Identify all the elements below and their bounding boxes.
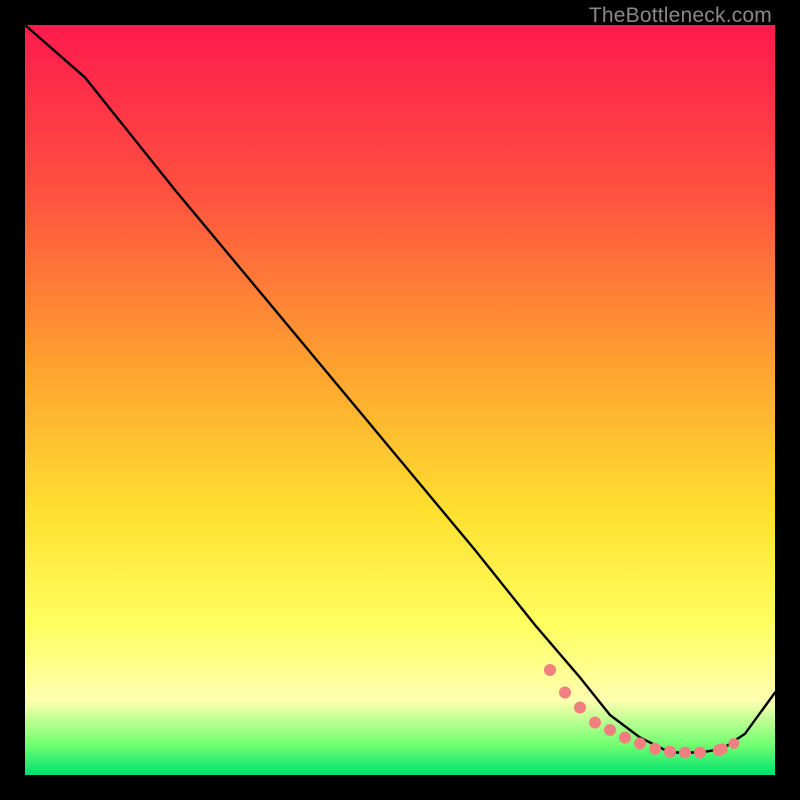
marker-dot	[619, 732, 631, 744]
marker-dot	[679, 747, 691, 759]
marker-dot	[664, 746, 676, 758]
marker-dot	[604, 724, 616, 736]
marker-dot	[728, 738, 739, 749]
chart-svg	[25, 25, 775, 775]
bottleneck-curve	[25, 25, 775, 753]
marker-dot	[544, 664, 556, 676]
marker-dot	[634, 738, 646, 750]
marker-dot	[694, 747, 706, 759]
plot-area	[25, 25, 775, 775]
marker-dot	[649, 743, 661, 755]
marker-dot	[717, 743, 728, 754]
marker-dot	[589, 717, 601, 729]
highlight-markers	[544, 664, 739, 759]
marker-dot	[559, 687, 571, 699]
marker-dot	[574, 702, 586, 714]
chart-frame: TheBottleneck.com	[0, 0, 800, 800]
